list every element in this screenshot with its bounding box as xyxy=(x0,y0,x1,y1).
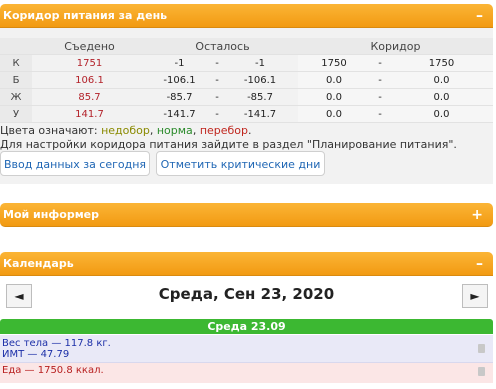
expand-icon[interactable]: + xyxy=(471,203,483,227)
eaten-value: 1751 xyxy=(32,54,147,72)
legend-separator: , xyxy=(149,124,157,137)
remaining-dash: - xyxy=(212,71,222,89)
corridor-min: 0.0 xyxy=(298,105,370,123)
nutrition-panel-header[interactable]: Коридор питания за день – xyxy=(0,4,493,28)
bmi-line: ИМТ — 47.79 xyxy=(2,349,70,360)
trash-icon[interactable] xyxy=(478,344,485,353)
color-legend: Цвета означают: недобор, норма, перебор.… xyxy=(0,124,457,152)
corridor-dash: - xyxy=(370,105,390,123)
remaining-min: -1 xyxy=(147,54,212,72)
remaining-max: -85.7 xyxy=(222,88,298,106)
table-row: У 141.7 -141.7 - -141.7 0.0 - 0.0 xyxy=(0,105,493,123)
remaining-max: -141.7 xyxy=(222,105,298,123)
eaten-value: 106.1 xyxy=(32,71,147,89)
corridor-min: 1750 xyxy=(298,54,370,72)
remaining-max: -1 xyxy=(222,54,298,72)
corridor-dash: - xyxy=(370,88,390,106)
enter-today-data-button[interactable]: Ввод данных за сегодня xyxy=(0,151,150,176)
nutrition-panel-title: Коридор питания за день xyxy=(3,9,168,22)
remaining-dash: - xyxy=(212,105,222,123)
weight-line: Вес тела — 117.8 кг. xyxy=(2,338,111,349)
collapse-icon[interactable]: – xyxy=(476,252,483,276)
trash-icon[interactable] xyxy=(478,367,485,376)
table-row: Ж 85.7 -85.7 - -85.7 0.0 - 0.0 xyxy=(0,88,493,106)
legend-prefix: Цвета означают: xyxy=(0,124,102,137)
header-eaten: Съедено xyxy=(32,38,147,55)
remaining-max: -106.1 xyxy=(222,71,298,89)
remaining-min: -141.7 xyxy=(147,105,212,123)
calendar-panel-title: Календарь xyxy=(3,257,74,270)
legend-end: . xyxy=(248,124,252,137)
remaining-dash: - xyxy=(212,88,222,106)
table-row: Б 106.1 -106.1 - -106.1 0.0 - 0.0 xyxy=(0,71,493,89)
header-remaining: Осталось xyxy=(147,38,298,55)
day-header[interactable]: Среда 23.09 xyxy=(0,319,493,334)
eaten-value: 141.7 xyxy=(32,105,147,123)
weight-entry[interactable]: Вес тела — 117.8 кг. ИМТ — 47.79 xyxy=(0,335,493,363)
corridor-max: 1750 xyxy=(390,54,493,72)
corridor-max: 0.0 xyxy=(390,105,493,123)
table-corner xyxy=(0,38,32,55)
legend-low: недобор xyxy=(101,124,150,137)
remaining-min: -85.7 xyxy=(147,88,212,106)
nutrition-table: Съедено Осталось Коридор К 1751 -1 - -1 … xyxy=(0,38,493,123)
arrow-right-icon: ► xyxy=(470,289,480,303)
collapse-icon[interactable]: – xyxy=(476,4,483,28)
informer-panel-header[interactable]: Мой информер + xyxy=(0,203,493,227)
row-label: К xyxy=(0,54,32,72)
corridor-min: 0.0 xyxy=(298,88,370,106)
informer-panel-title: Мой информер xyxy=(3,208,100,221)
corridor-max: 0.0 xyxy=(390,71,493,89)
remaining-min: -106.1 xyxy=(147,71,212,89)
food-line: Еда — 1750.8 ккал. xyxy=(2,365,104,376)
legend-separator: , xyxy=(192,124,200,137)
corridor-dash: - xyxy=(370,54,390,72)
header-corridor: Коридор xyxy=(298,38,493,55)
legend-over: перебор xyxy=(199,124,249,137)
corridor-hint: Для настройки коридора питания зайдите в… xyxy=(0,138,457,151)
eaten-value: 85.7 xyxy=(32,88,147,106)
corridor-min: 0.0 xyxy=(298,71,370,89)
food-entry[interactable]: Еда — 1750.8 ккал. xyxy=(0,363,493,383)
row-label: Б xyxy=(0,71,32,89)
row-label: У xyxy=(0,105,32,123)
calendar-panel-header[interactable]: Календарь – xyxy=(0,252,493,276)
row-label: Ж xyxy=(0,88,32,106)
calendar-date-title: Среда, Сен 23, 2020 xyxy=(158,285,335,303)
legend-norm: норма xyxy=(156,124,193,137)
corridor-max: 0.0 xyxy=(390,88,493,106)
mark-critical-days-button[interactable]: Отметить критические дни xyxy=(156,151,325,176)
legend-line: Цвета означают: недобор, норма, перебор. xyxy=(0,124,457,138)
table-row: К 1751 -1 - -1 1750 - 1750 xyxy=(0,54,493,72)
remaining-dash: - xyxy=(212,54,222,72)
corridor-dash: - xyxy=(370,71,390,89)
next-day-button[interactable]: ► xyxy=(462,284,488,308)
